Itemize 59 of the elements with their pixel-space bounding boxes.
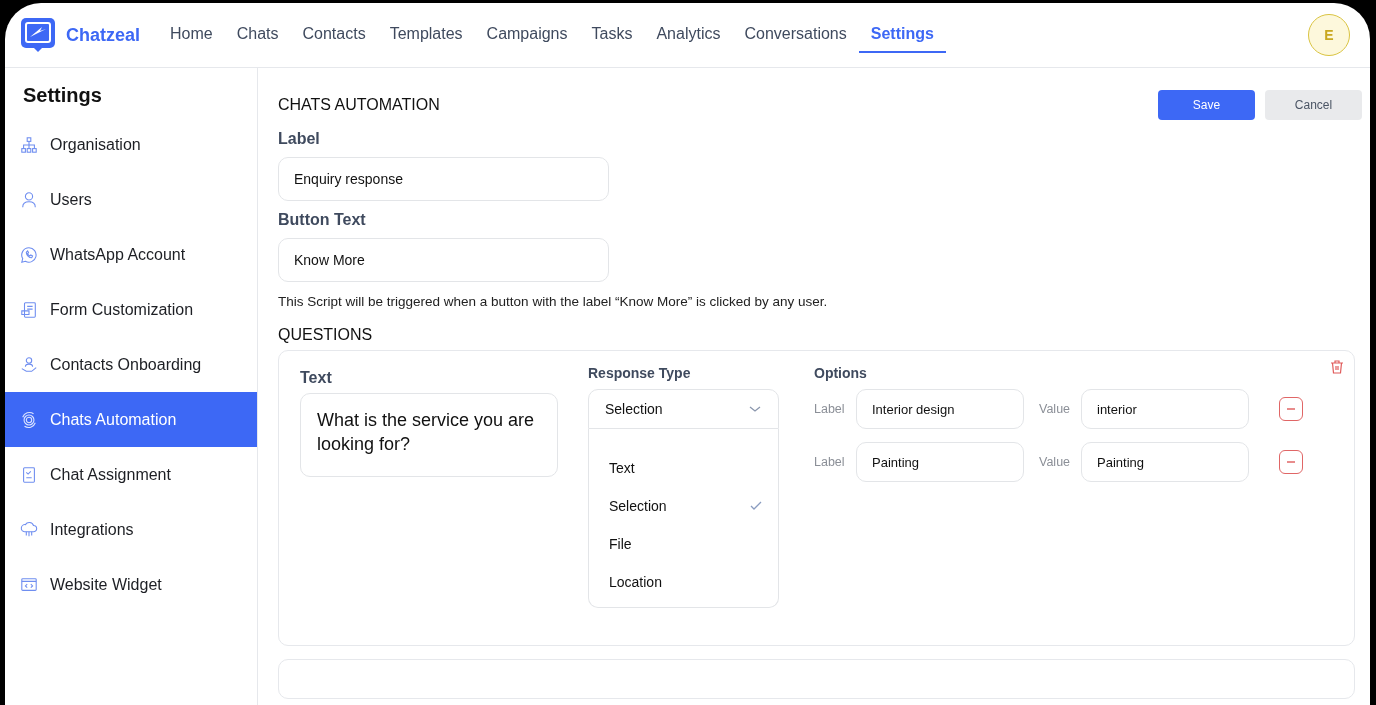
hierarchy-icon: [20, 135, 38, 154]
sidebar-title: Settings: [22, 84, 103, 108]
sidebar-item[interactable]: Chats Automation: [5, 392, 257, 447]
save-button[interactable]: Save: [1158, 90, 1255, 120]
brand-name: Chatzeal: [66, 24, 141, 46]
nav-tab[interactable]: Chats: [224, 17, 291, 53]
person-hand-icon: [20, 355, 38, 374]
cancel-button[interactable]: Cancel: [1265, 90, 1362, 120]
trash-icon[interactable]: [1330, 360, 1344, 374]
code-window-icon: [20, 575, 38, 594]
option-caption: Label: [814, 455, 846, 469]
column-label: Options: [814, 365, 868, 381]
form-icon: [20, 300, 38, 319]
dropdown-option[interactable]: Location: [589, 563, 778, 601]
nav-tab[interactable]: Campaigns: [474, 17, 580, 53]
option-caption: Value: [1039, 455, 1072, 469]
nav-tab[interactable]: Conversations: [732, 17, 859, 53]
user-icon: [20, 190, 38, 209]
nav-tab[interactable]: Contacts: [290, 17, 378, 53]
nav-tab[interactable]: Analytics: [644, 17, 733, 53]
nav-tab[interactable]: Home: [158, 17, 225, 53]
option-caption: Value: [1039, 402, 1072, 416]
question-text-field[interactable]: What is the service you are looking for?: [300, 393, 558, 477]
page-title: CHATS AUTOMATION: [278, 96, 440, 114]
sidebar-item[interactable]: Contacts Onboarding: [5, 337, 257, 392]
dropdown-option[interactable]: Text: [589, 449, 778, 487]
nav-tab[interactable]: Tasks: [579, 17, 645, 53]
section-title: QUESTIONS: [278, 326, 374, 344]
gear-cycle-icon: [20, 410, 38, 429]
nav-tab[interactable]: Templates: [377, 17, 475, 53]
option-value-field[interactable]: Painting: [1081, 442, 1249, 482]
sidebar-item[interactable]: Chat Assignment: [5, 447, 257, 502]
sidebar-item[interactable]: WhatsApp Account: [5, 227, 257, 282]
hint-text: This Script will be triggered when a button with the label “Know More” is clicked by any user.: [278, 294, 829, 309]
input-field[interactable]: Enquiry response: [278, 157, 609, 201]
sidebar-item[interactable]: Integrations: [5, 502, 257, 557]
sidebar-item[interactable]: Users: [5, 172, 257, 227]
remove-option-button[interactable]: [1279, 397, 1303, 421]
dropdown-option[interactable]: File: [589, 525, 778, 563]
option-label-field[interactable]: Interior design: [856, 389, 1024, 429]
column-label: Response Type: [588, 365, 692, 381]
clipboard-check-icon: [20, 465, 38, 484]
sidebar-item[interactable]: Organisation: [5, 117, 257, 172]
option-label-field[interactable]: Painting: [856, 442, 1024, 482]
phone-chat-icon: [20, 245, 38, 264]
input-field[interactable]: Know More: [278, 238, 609, 282]
remove-option-button[interactable]: [1279, 450, 1303, 474]
option-value-field[interactable]: interior: [1081, 389, 1249, 429]
sidebar-item[interactable]: Form Customization: [5, 282, 257, 337]
dropdown-option[interactable]: Selection: [589, 487, 778, 525]
sidebar-item[interactable]: Website Widget: [5, 557, 257, 612]
cloud-network-icon: [20, 520, 38, 539]
nav-tab[interactable]: Settings: [858, 17, 946, 53]
field-label: Button Text: [278, 211, 367, 229]
column-label: Text: [300, 369, 333, 387]
option-caption: Label: [814, 402, 846, 416]
logo-icon: [20, 17, 56, 53]
field-label: Label: [278, 130, 321, 148]
response-type-select[interactable]: Selection: [588, 389, 779, 429]
